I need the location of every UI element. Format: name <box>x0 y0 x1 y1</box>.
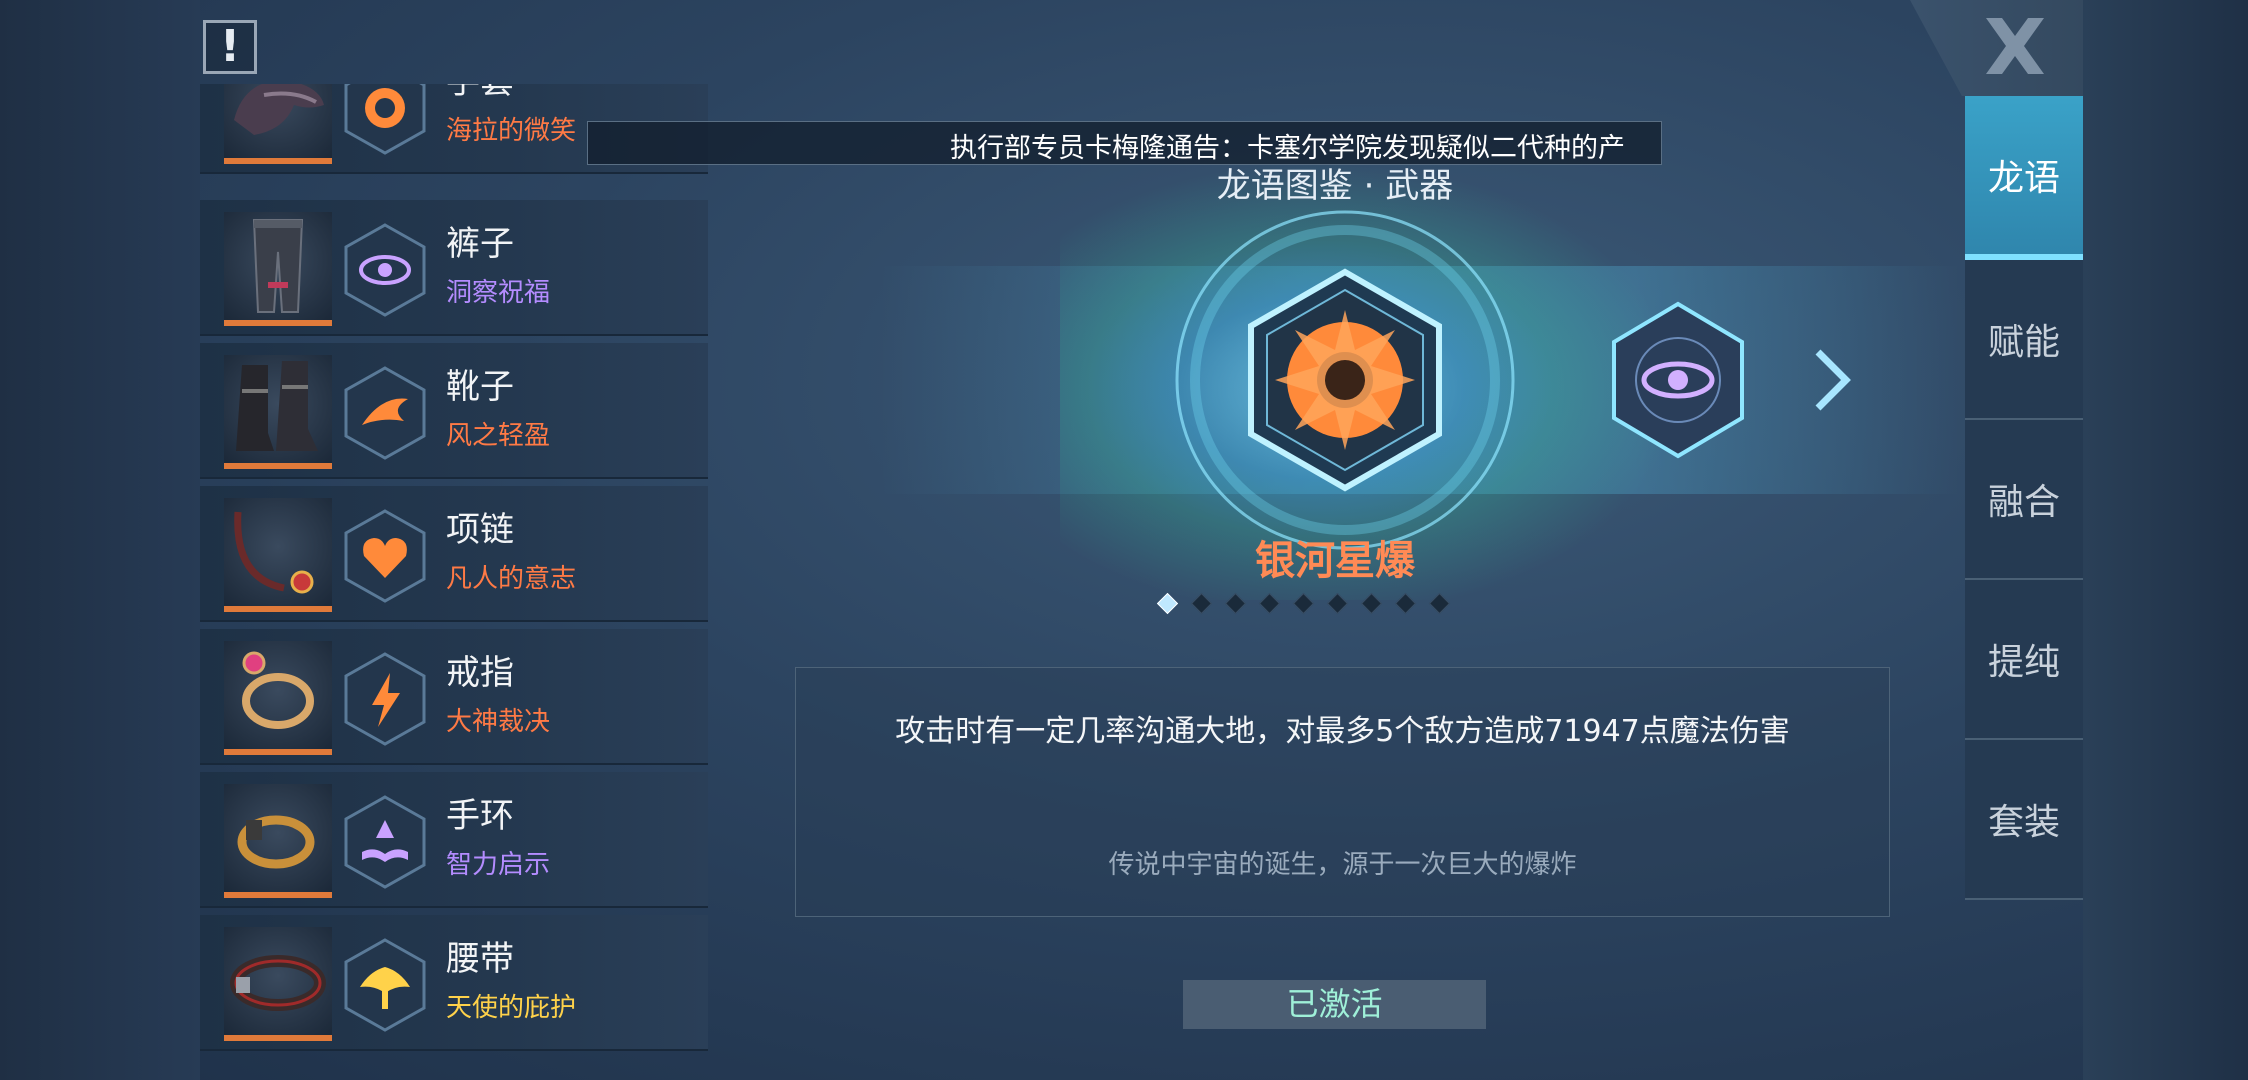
page-dot[interactable] <box>1156 592 1179 615</box>
rune-name: 洞察祝福 <box>446 278 551 308</box>
equipment-row-ring[interactable]: 戒指 大神裁决 <box>200 629 708 765</box>
heart-rune-icon <box>342 508 428 604</box>
tab-dragon-rune[interactable]: 龙语 <box>1965 96 2083 260</box>
side-tab-bar: 龙语 赋能 融合 提纯 套装 <box>1965 96 2083 900</box>
equipment-list[interactable]: 手套 海拉的微笑 裤子 洞察祝福 靴子 风之轻盈 项链 <box>200 84 708 1054</box>
page-dot[interactable] <box>1258 592 1281 615</box>
slot-name: 靴子 <box>446 367 514 407</box>
ring-icon <box>224 641 332 749</box>
rune-name: 风之轻盈 <box>446 421 551 451</box>
lightning-rune-icon <box>342 651 428 747</box>
rune-flavor-text: 传说中宇宙的诞生，源于一次巨大的爆炸 <box>1108 850 1577 880</box>
rune-name: 凡人的意志 <box>446 564 577 594</box>
tab-refine[interactable]: 提纯 <box>1965 580 2083 740</box>
page-dot[interactable] <box>1360 592 1383 615</box>
item-quality-bar <box>224 320 332 326</box>
equipment-row-pants[interactable]: 裤子 洞察祝福 <box>200 200 708 336</box>
rune-name: 天使的庇护 <box>446 993 577 1023</box>
item-quality-bar <box>224 1035 332 1041</box>
slot-name: 戒指 <box>446 653 514 693</box>
slot-name: 手套 <box>446 84 514 103</box>
rune-title: 银河星爆 <box>1255 538 1415 584</box>
eye-rune-icon <box>342 222 428 318</box>
equipment-row-necklace[interactable]: 项链 凡人的意志 <box>200 486 708 622</box>
tab-fusion[interactable]: 融合 <box>1965 420 2083 580</box>
slot-name: 手环 <box>446 796 514 836</box>
page-dot[interactable] <box>1292 592 1315 615</box>
rune-name: 智力启示 <box>446 850 551 880</box>
left-panel-background <box>0 0 200 1080</box>
close-x-icon[interactable] <box>1980 14 2050 78</box>
item-quality-bar <box>224 463 332 469</box>
face-rune-icon <box>342 84 428 156</box>
rune-name: 大神裁决 <box>446 707 551 737</box>
activated-status-button[interactable]: 已激活 <box>1183 980 1486 1029</box>
book-rune-icon <box>342 794 428 890</box>
bracelet-icon <box>224 784 332 892</box>
equipment-row-belt[interactable]: 腰带 天使的庇护 <box>200 915 708 1051</box>
wings-rune-icon <box>342 937 428 1033</box>
pants-icon <box>224 212 332 320</box>
eye-rune-icon[interactable] <box>1608 300 1748 460</box>
page-dot[interactable] <box>1190 592 1213 615</box>
page-dot[interactable] <box>1326 592 1349 615</box>
starburst-rune-icon <box>1165 200 1525 560</box>
next-arrow-icon[interactable] <box>1812 348 1852 412</box>
boots-icon <box>224 355 332 463</box>
exclamation-icon: ! <box>219 21 241 72</box>
info-button[interactable]: ! <box>203 20 257 74</box>
item-quality-bar <box>224 158 332 164</box>
item-quality-bar <box>224 749 332 755</box>
page-dot[interactable] <box>1394 592 1417 615</box>
item-quality-bar <box>224 606 332 612</box>
equipment-row-bracelet[interactable]: 手环 智力启示 <box>200 772 708 908</box>
rune-name: 海拉的微笑 <box>446 116 577 146</box>
wind-rune-icon <box>342 365 428 461</box>
page-dot[interactable] <box>1224 592 1247 615</box>
right-panel-background <box>2083 0 2248 1080</box>
page-dot[interactable] <box>1428 592 1451 615</box>
slot-name: 腰带 <box>446 939 514 979</box>
slot-name: 项链 <box>446 510 514 550</box>
page-indicator <box>1156 592 1451 615</box>
description-panel: 攻击时有一定几率沟通大地，对最多5个敌方造成71947点魔法伤害 传说中宇宙的诞… <box>795 667 1890 917</box>
rune-effect-text: 攻击时有一定几率沟通大地，对最多5个敌方造成71947点魔法伤害 <box>895 714 1790 749</box>
belt-icon <box>224 927 332 1035</box>
equipment-row-boots[interactable]: 靴子 风之轻盈 <box>200 343 708 479</box>
glove-icon <box>224 84 332 158</box>
necklace-icon <box>224 498 332 606</box>
tab-empower[interactable]: 赋能 <box>1965 260 2083 420</box>
item-quality-bar <box>224 892 332 898</box>
slot-name: 裤子 <box>446 224 514 264</box>
tab-set[interactable]: 套装 <box>1965 740 2083 900</box>
